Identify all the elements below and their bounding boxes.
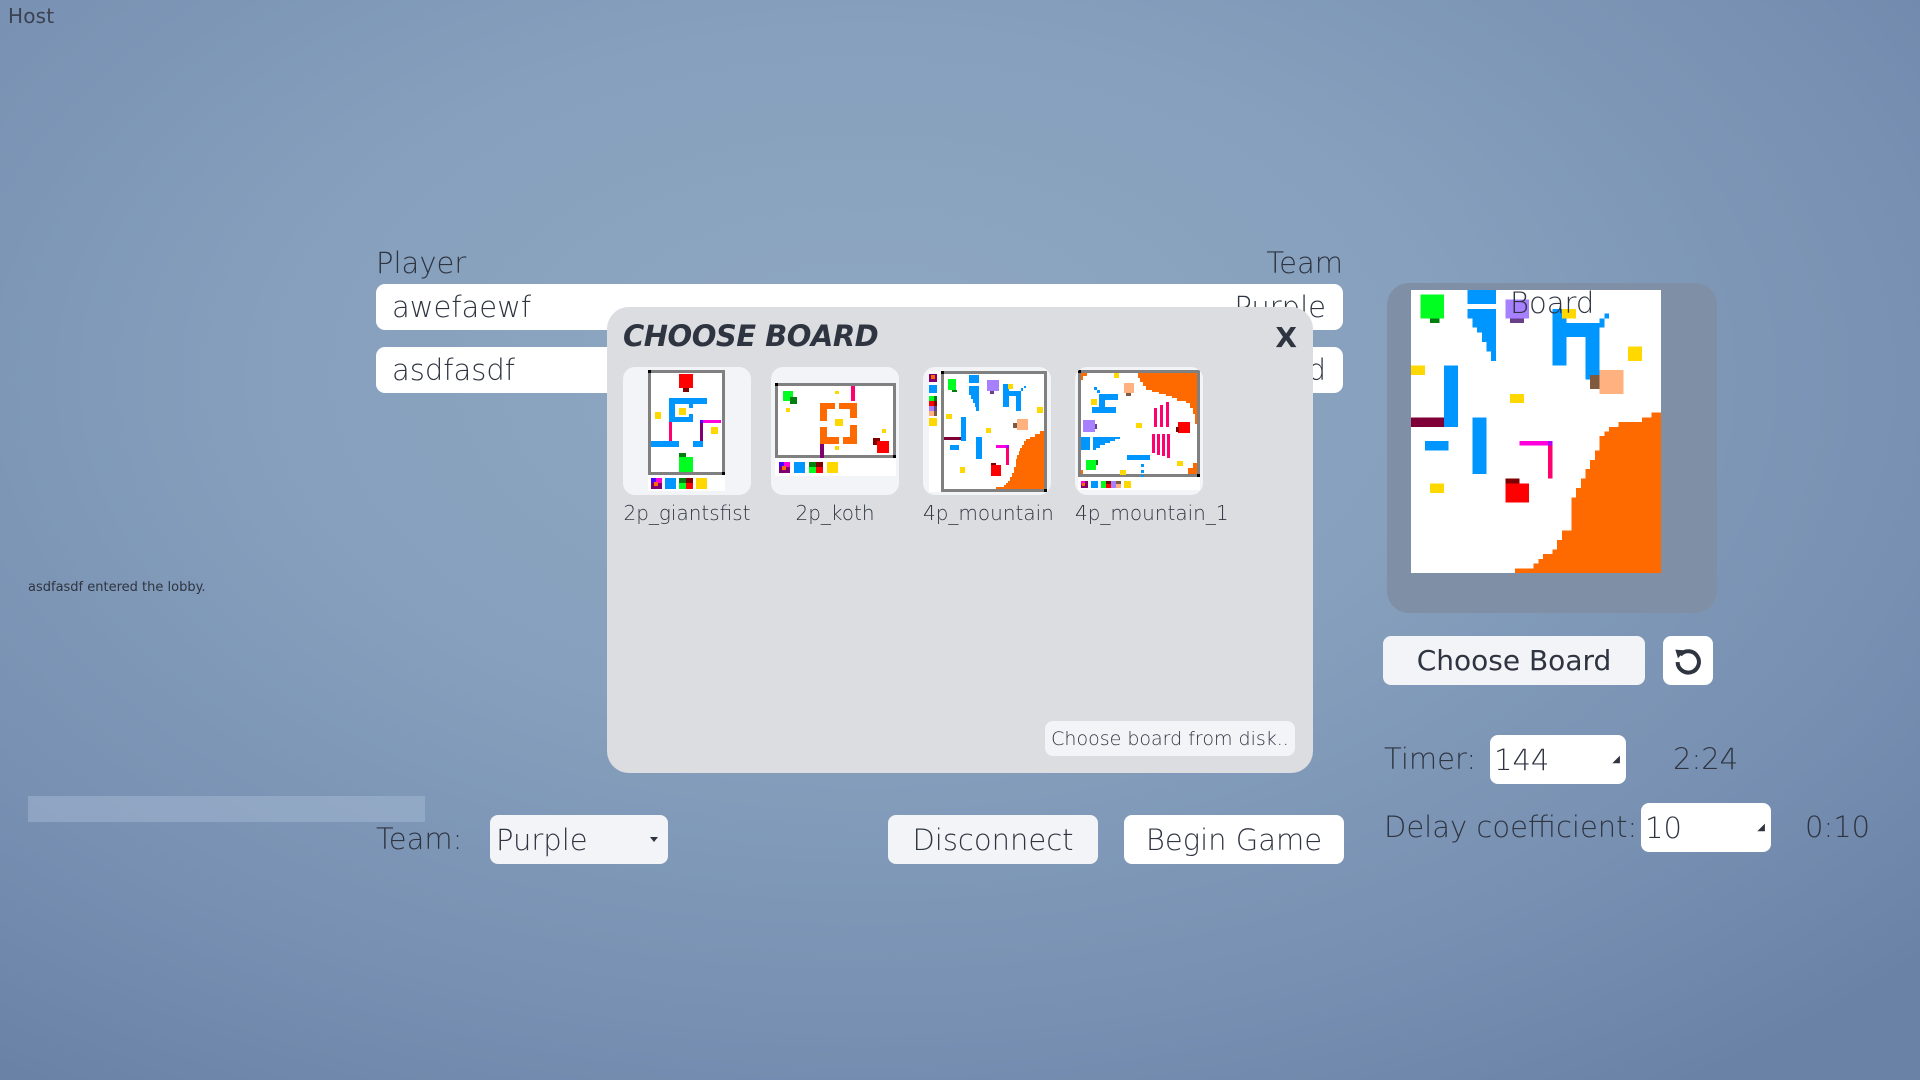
choose-board-button[interactable]: Choose Board [1383, 636, 1645, 685]
board-thumbnail[interactable] [1075, 367, 1203, 495]
spinner-icon[interactable]: ◢ [1612, 754, 1620, 765]
delay-input[interactable]: 10 ◢ [1641, 803, 1771, 852]
delay-display: 0:10 [1805, 810, 1871, 844]
timer-label: Timer: [1384, 742, 1477, 776]
delay-input-value: 10 [1645, 810, 1682, 845]
board-preview-map [1411, 290, 1661, 573]
board-option[interactable]: 4p_mountain [923, 367, 1054, 525]
board-label: Board [1510, 286, 1595, 320]
player-name: awefaewf [392, 290, 532, 324]
board-thumbnail[interactable] [623, 367, 751, 495]
board-option-name: 2p_giantsfist [623, 501, 751, 525]
timer-input[interactable]: 144 ◢ [1490, 735, 1626, 784]
team-select[interactable]: Purple [490, 815, 668, 864]
board-option[interactable]: 2p_koth [771, 367, 899, 525]
player-name: asdfasdf [392, 353, 515, 387]
board-thumbnail-map [929, 371, 1047, 492]
board-thumbnail-map [775, 383, 896, 476]
player-column-header: Player [376, 246, 467, 280]
role-label: Host [8, 4, 55, 28]
spinner-icon[interactable]: ◢ [1757, 822, 1765, 833]
refresh-icon [1675, 648, 1701, 675]
choose-board-from-disk-button[interactable]: Choose board from disk.. [1045, 721, 1295, 756]
chat-message: asdfasdf entered the lobby. [28, 580, 206, 595]
team-select-value: Purple [496, 822, 588, 857]
board-thumbnail-map [1078, 370, 1200, 490]
refresh-board-button[interactable] [1663, 636, 1713, 685]
board-thumbnail[interactable] [771, 367, 899, 495]
begin-game-button[interactable]: Begin Game [1124, 815, 1344, 864]
delay-label: Delay coefficient: [1384, 810, 1638, 844]
board-option-name: 4p_mountain [923, 501, 1054, 525]
board-thumbnail-map [648, 370, 725, 491]
board-preview-image [1411, 290, 1661, 573]
board-option[interactable]: 4p_mountain_1 [1075, 367, 1229, 525]
board-option-name: 4p_mountain_1 [1075, 501, 1229, 525]
timer-input-value: 144 [1494, 742, 1550, 777]
disconnect-button[interactable]: Disconnect [888, 815, 1098, 864]
team-select-label: Team: [376, 822, 463, 856]
chat-input[interactable] [28, 796, 425, 822]
team-column-header: Team [1266, 246, 1343, 280]
board-option-name: 2p_koth [795, 501, 875, 525]
choose-board-modal: CHOOSE BOARD X 2p_giantsfist 2p_koth 4p_… [607, 307, 1313, 773]
board-thumbnail[interactable] [923, 367, 1051, 495]
modal-title: CHOOSE BOARD [623, 319, 879, 353]
timer-display: 2:24 [1673, 742, 1739, 776]
chevron-down-icon [650, 837, 658, 842]
board-option[interactable]: 2p_giantsfist [623, 367, 751, 525]
close-button[interactable]: X [1275, 321, 1297, 354]
